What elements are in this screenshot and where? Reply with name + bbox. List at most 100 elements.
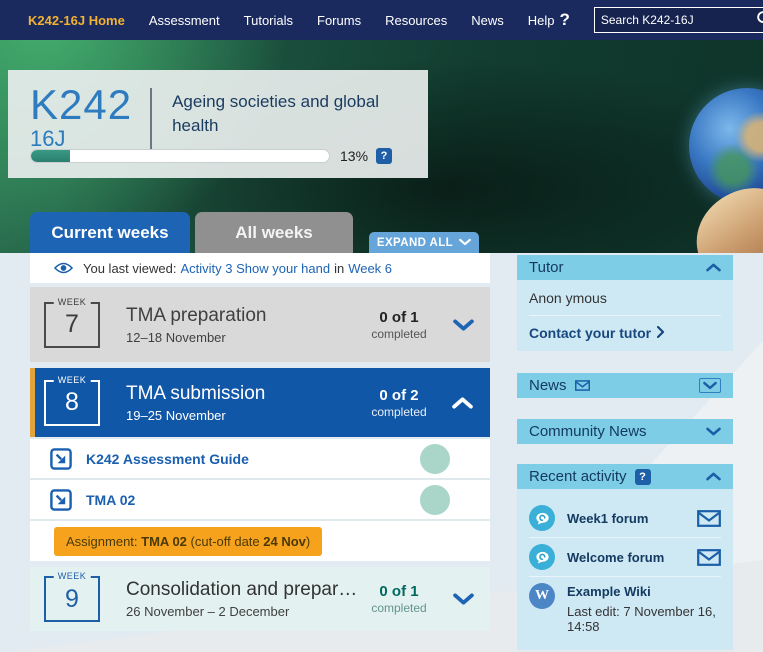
week-number: 8 [65, 388, 79, 417]
last-viewed-week-link[interactable]: Week 6 [348, 261, 392, 276]
search-button[interactable] [756, 10, 763, 30]
week-8-count: 0 of 2 [358, 387, 440, 404]
last-viewed-connector: in [334, 261, 344, 276]
tutor-body: Anon ymous Contact your tutor [517, 280, 733, 351]
tab-current-weeks[interactable]: Current weeks [30, 212, 190, 253]
week-7-card[interactable]: WEEK 7 TMA preparation 12–18 November 0 … [30, 287, 490, 362]
forum-icon [529, 505, 555, 531]
week-9-title: Consolidation and prepar… [126, 579, 358, 601]
recent-activity-title: Recent activity [529, 468, 627, 485]
week-label: WEEK [54, 375, 91, 385]
recent-activity-body: Week1 forum Welcome forum W Example Wiki [517, 489, 733, 650]
tutor-name: Anon ymous [529, 290, 721, 316]
progress-fill [31, 150, 70, 162]
recent-activity-help-icon[interactable]: ? [635, 469, 651, 485]
envelope-icon [575, 380, 590, 391]
divider [150, 88, 152, 154]
expand-all-button[interactable]: EXPAND ALL [369, 232, 479, 253]
recent-activity-header[interactable]: Recent activity ? [517, 464, 733, 489]
tutor-header[interactable]: Tutor [517, 255, 733, 280]
nav-item-tutorials[interactable]: Tutorials [244, 13, 293, 28]
last-viewed-activity-link[interactable]: Activity 3 Show your hand [180, 261, 330, 276]
week-7-progress: 0 of 1 completed [358, 309, 440, 341]
nav-item-resources[interactable]: Resources [385, 13, 447, 28]
search-box [594, 7, 763, 33]
assignment-document-icon [50, 489, 72, 511]
chevron-down-icon[interactable] [450, 319, 476, 331]
community-news-header[interactable]: Community News [517, 419, 733, 444]
week-label: WEEK [54, 297, 91, 307]
course-title: Ageing societies and global health [172, 90, 382, 138]
completion-indicator[interactable] [420, 485, 450, 515]
week-7-count: 0 of 1 [358, 309, 440, 326]
last-viewed-prefix: You last viewed: [83, 261, 176, 276]
search-input[interactable] [601, 13, 756, 27]
assessment-guide-link[interactable]: K242 Assessment Guide [86, 451, 249, 467]
week-9-card[interactable]: WEEK 9 Consolidation and prepar… 26 Nove… [30, 567, 490, 631]
community-news-title: Community News [529, 423, 647, 440]
week-8-card[interactable]: WEEK 8 TMA submission 19–25 November 0 o… [30, 368, 490, 437]
week-8-badge: WEEK 8 [44, 380, 100, 426]
chevron-down-icon[interactable] [450, 593, 476, 605]
envelope-icon[interactable] [697, 549, 721, 566]
assignment-mid: (cut-off date [187, 534, 263, 549]
contact-tutor-link[interactable]: Contact your tutor [529, 325, 721, 341]
week-number: 9 [65, 585, 79, 614]
welcome-forum-link[interactable]: Welcome forum [567, 550, 664, 565]
assignment-badge[interactable]: Assignment: TMA 02 (cut-off date 24 Nov) [54, 527, 322, 556]
course-presentation: 16J [30, 128, 132, 150]
progress-help-icon[interactable]: ? [376, 148, 392, 164]
week-9-progress: 0 of 1 completed [358, 583, 440, 615]
last-viewed-bar: You last viewed: Activity 3 Show your ha… [30, 253, 490, 283]
nav-help-link[interactable]: Help ? [528, 10, 570, 30]
chevron-down-icon[interactable] [699, 378, 721, 393]
completion-indicator[interactable] [420, 444, 450, 474]
recent-activity-item: Week1 forum [529, 499, 721, 538]
help-question-icon: ? [559, 10, 569, 30]
nav-item-forums[interactable]: Forums [317, 13, 361, 28]
week-label: WEEK [54, 571, 91, 581]
chevron-down-icon [459, 237, 471, 249]
progress-row: 13% ? [30, 148, 406, 164]
tab-all-weeks[interactable]: All weeks [195, 212, 353, 253]
eye-icon [54, 262, 73, 274]
assignment-suffix: ) [306, 534, 310, 549]
assignment-badge-row: Assignment: TMA 02 (cut-off date 24 Nov) [30, 521, 490, 561]
week-9-badge: WEEK 9 [44, 576, 100, 622]
chevron-up-icon[interactable] [706, 263, 721, 272]
wiki-icon: W [529, 583, 555, 609]
contact-tutor-label: Contact your tutor [529, 325, 651, 341]
recent-activity-item: W Example Wiki Last edit: 7 November 16,… [529, 577, 721, 640]
assignment-document-icon [50, 448, 72, 470]
chevron-up-icon[interactable] [706, 472, 721, 481]
nav-home-link[interactable]: K242-16J Home [28, 13, 125, 28]
chevron-down-icon[interactable] [706, 427, 721, 436]
activity-row: K242 Assessment Guide [30, 439, 490, 480]
assignment-name: TMA 02 [141, 534, 187, 549]
envelope-icon[interactable] [697, 510, 721, 527]
recent-activity-item: Welcome forum [529, 538, 721, 577]
chevron-up-icon[interactable] [450, 397, 476, 409]
week-9-dates: 26 November – 2 December [126, 604, 358, 619]
weeks-tabs: Current weeks All weeks EXPAND ALL [30, 212, 479, 253]
course-code-block: K242 16J [30, 84, 132, 150]
week-number: 7 [65, 310, 79, 339]
weeks-panel: You last viewed: Activity 3 Show your ha… [30, 253, 490, 631]
nav-item-news[interactable]: News [471, 13, 504, 28]
top-navigation: K242-16J Home Assessment Tutorials Forum… [0, 0, 763, 40]
nav-item-assessment[interactable]: Assessment [149, 13, 220, 28]
assignment-prefix: Assignment: [66, 534, 141, 549]
progress-percent-label: 13% [340, 148, 368, 164]
tma02-link[interactable]: TMA 02 [86, 492, 135, 508]
week-8-progress: 0 of 2 completed [358, 387, 440, 419]
week1-forum-link[interactable]: Week1 forum [567, 511, 648, 526]
week-7-badge: WEEK 7 [44, 302, 100, 348]
nav-help-label: Help [528, 13, 555, 28]
tutor-title: Tutor [529, 259, 563, 276]
sidebar: Tutor Anon ymous Contact your tutor News [517, 255, 733, 650]
course-info-card: K242 16J Ageing societies and global hea… [8, 70, 428, 178]
course-home-page: K242-16J Home Assessment Tutorials Forum… [0, 0, 763, 652]
search-icon [756, 10, 763, 30]
example-wiki-link[interactable]: Example Wiki [567, 584, 651, 599]
news-header[interactable]: News [517, 373, 733, 398]
